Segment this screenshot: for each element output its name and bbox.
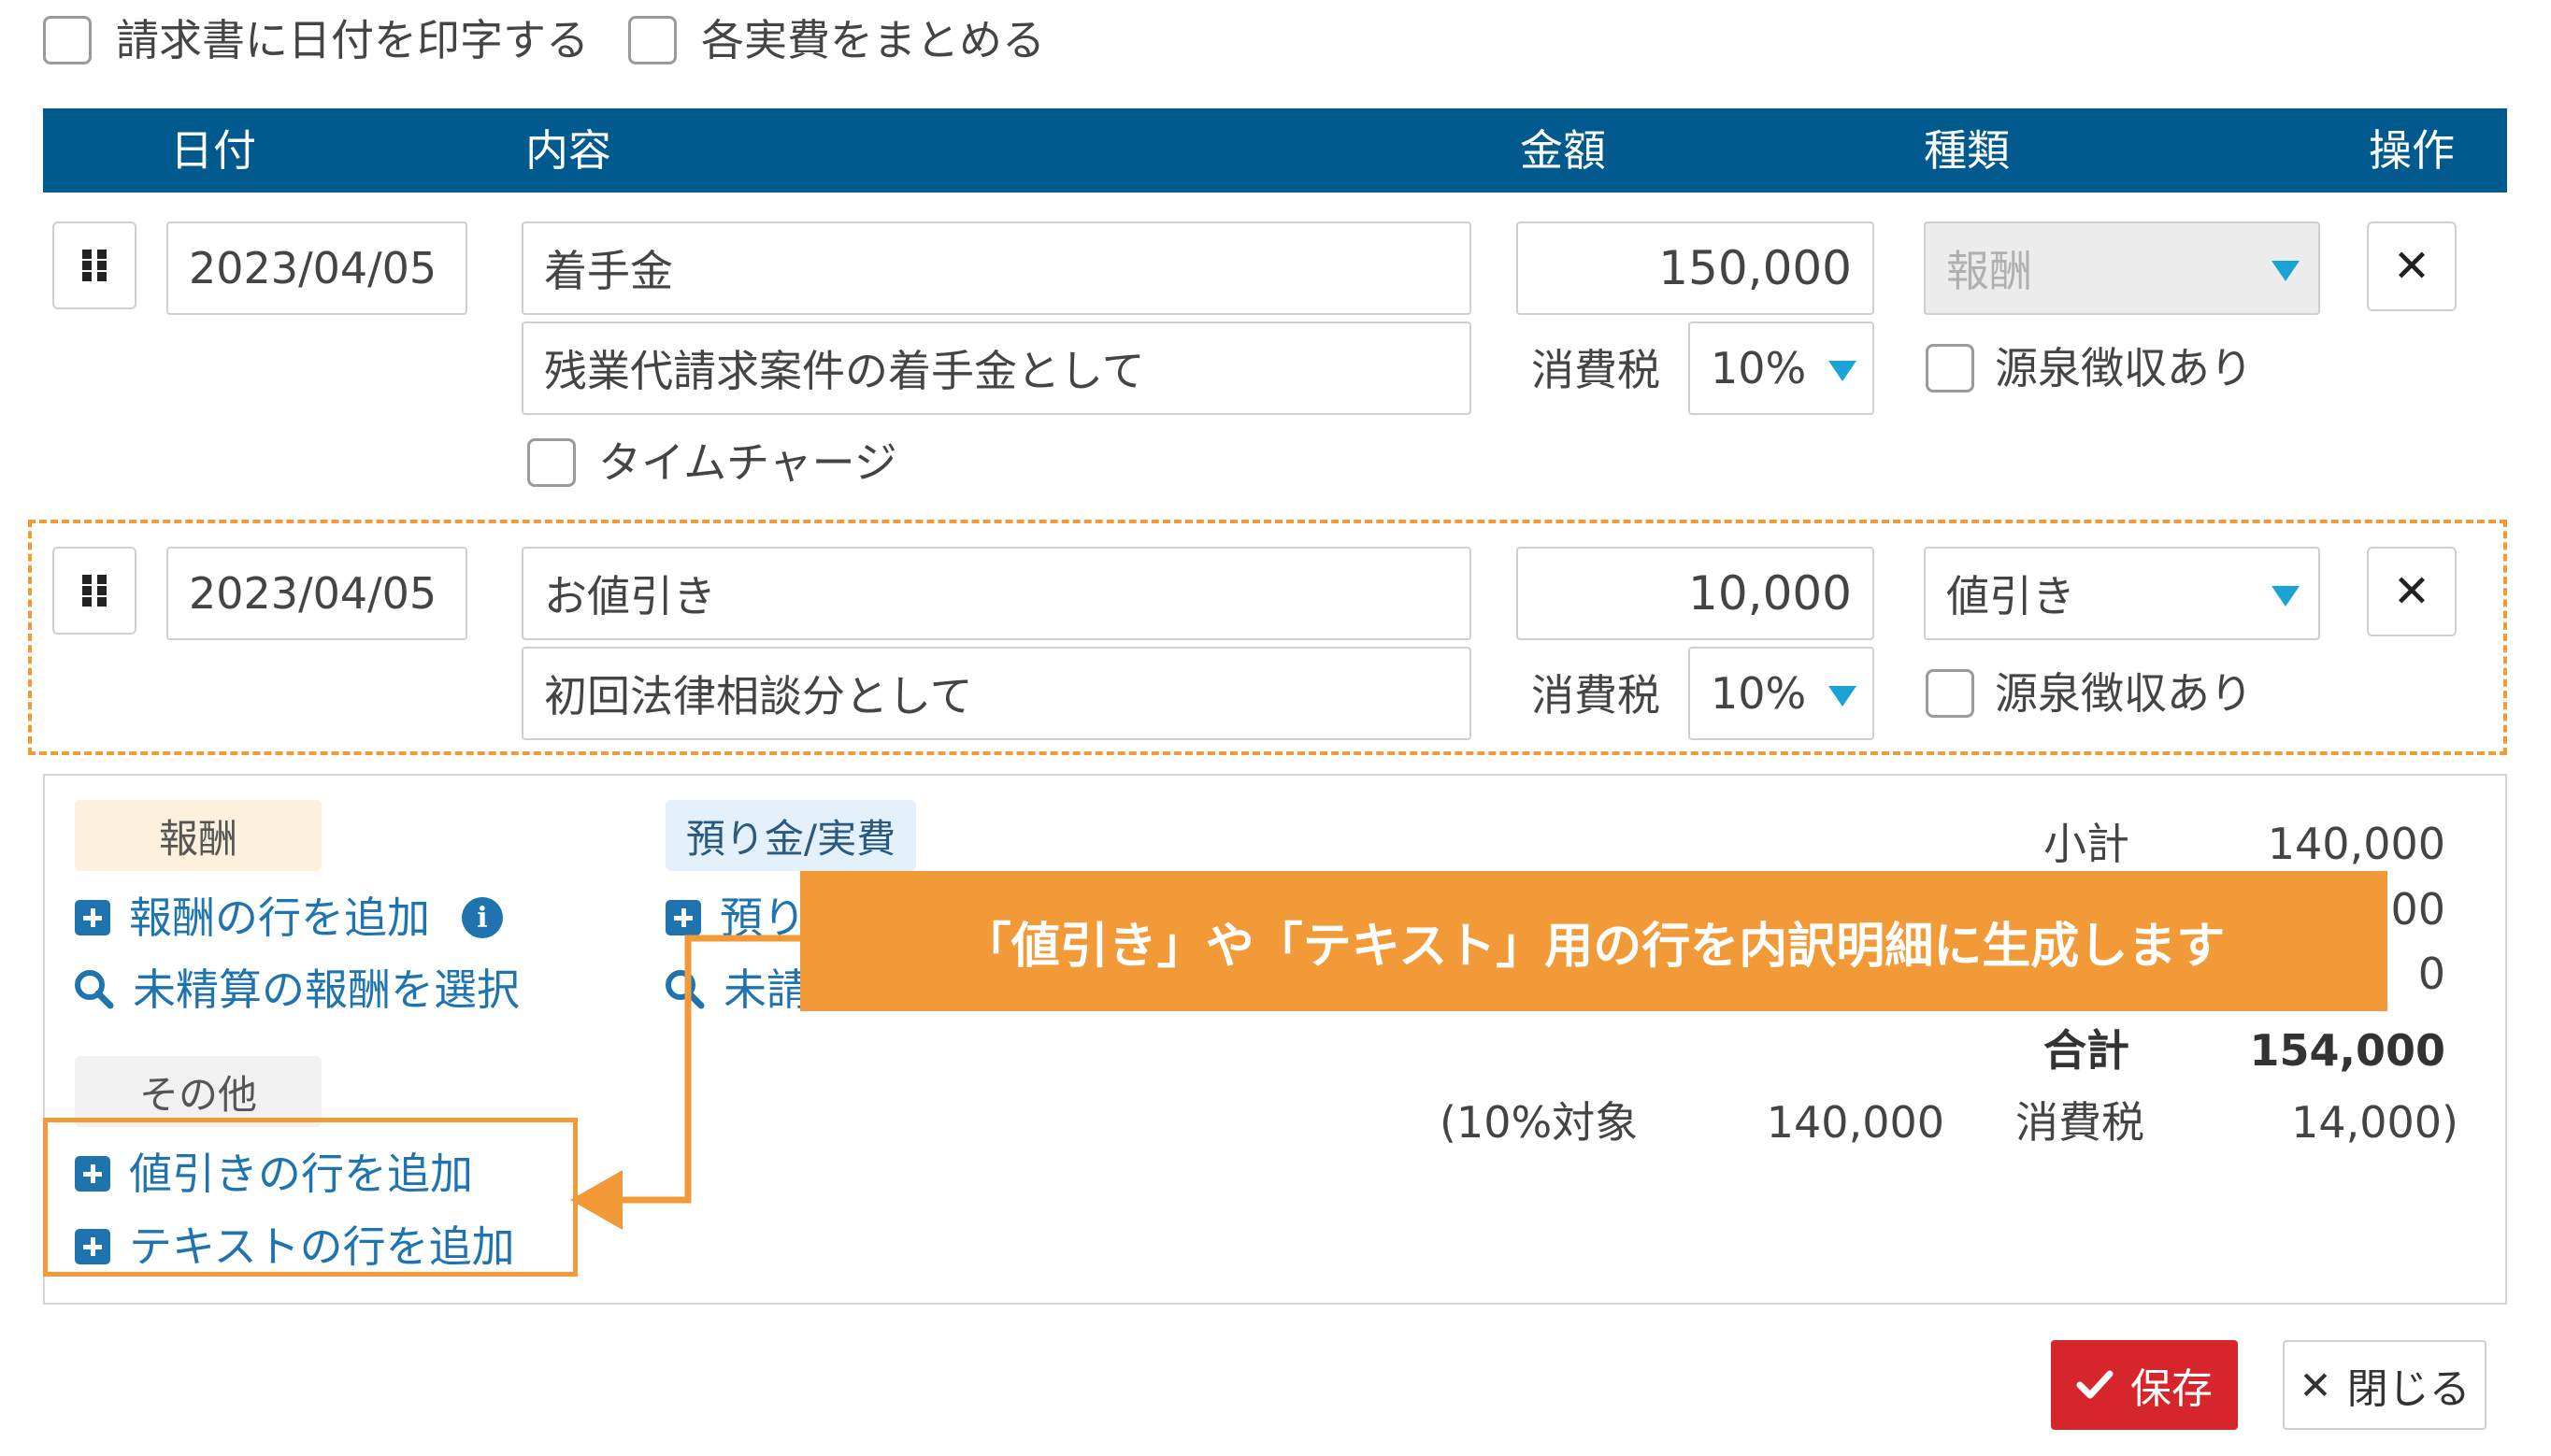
chevron-down-icon xyxy=(1828,686,1856,707)
other-tag: その他 xyxy=(75,1056,322,1127)
add-text-row-link[interactable]: テキストの行を追加 xyxy=(129,1225,515,1268)
callout-arrow xyxy=(570,935,800,1230)
save-label: 保存 xyxy=(2130,1365,2213,1413)
plus-icon xyxy=(75,900,110,935)
withholding-checkbox[interactable] xyxy=(1926,669,1974,718)
print-date-label: 請求書に日付を印字する xyxy=(116,15,589,65)
deposit-tag: 預り金/実費 xyxy=(666,800,916,871)
merge-expenses-checkbox[interactable] xyxy=(628,16,677,64)
plus-icon xyxy=(75,1229,110,1264)
drag-handle-icon xyxy=(82,250,107,281)
search-icon xyxy=(75,970,114,1009)
header-content: 内容 xyxy=(525,125,611,176)
plus-icon xyxy=(75,1156,110,1192)
header-type: 種類 xyxy=(1924,125,2010,176)
close-icon: ✕ xyxy=(2392,565,2431,618)
type-select[interactable]: 報酬 xyxy=(1924,221,2320,315)
amount-input[interactable]: 150,000 xyxy=(1516,221,1874,315)
date-input[interactable]: 2023/04/05 xyxy=(166,547,467,640)
tax-rate-value: 10% xyxy=(1711,343,1807,393)
type-value: 値引き xyxy=(1946,571,2075,621)
delete-row-button[interactable]: ✕ xyxy=(2367,547,2457,636)
type-select[interactable]: 値引き xyxy=(1924,547,2320,640)
close-icon: ✕ xyxy=(2299,1362,2332,1408)
checkmark-icon xyxy=(2076,1370,2114,1399)
callout-banner: 「値引き」や「テキスト」用の行を内訳明細に生成します xyxy=(800,871,2387,1011)
tax-label-summary: 消費税 xyxy=(2015,1097,2144,1148)
drag-handle-icon xyxy=(82,575,107,607)
tax-target-label: (10%対象 xyxy=(1440,1097,1639,1148)
total-value: 154,000 xyxy=(2249,1025,2445,1076)
withholding-label: 源泉徴収あり xyxy=(1995,343,2253,393)
amount-input[interactable]: 10,000 xyxy=(1516,547,1874,640)
table-header: 日付 内容 金額 種類 操作 xyxy=(43,108,2507,193)
add-deposit-row-link[interactable]: 預り xyxy=(720,896,806,939)
chevron-down-icon xyxy=(2272,586,2300,607)
fee-tag: 報酬 xyxy=(75,800,322,871)
withholding-label: 源泉徴収あり xyxy=(1995,668,2253,719)
time-charge-checkbox[interactable] xyxy=(527,438,576,487)
save-button[interactable]: 保存 xyxy=(2051,1340,2238,1430)
date-input[interactable]: 2023/04/05 xyxy=(166,221,467,315)
header-action: 操作 xyxy=(2369,125,2455,176)
description-input[interactable]: 初回法律相談分として xyxy=(522,647,1471,740)
subtotal-value: 140,000 xyxy=(2267,819,2445,869)
drag-handle[interactable] xyxy=(52,547,136,635)
time-charge-label: タイムチャージ xyxy=(598,437,897,488)
info-icon[interactable]: i xyxy=(462,897,503,938)
title-input[interactable]: 着手金 xyxy=(522,221,1471,315)
withholding-checkbox[interactable] xyxy=(1926,344,1974,393)
subtotal-label: 小計 xyxy=(2043,819,2129,869)
chevron-down-icon xyxy=(2272,261,2300,281)
merge-expenses-label: 各実費をまとめる xyxy=(701,15,1045,65)
header-amount: 金額 xyxy=(1520,125,1606,176)
chevron-down-icon xyxy=(1828,361,1856,381)
type-value: 報酬 xyxy=(1946,246,2032,296)
print-date-checkbox[interactable] xyxy=(43,16,92,64)
select-unsettled-fee-link[interactable]: 未精算の報酬を選択 xyxy=(133,968,520,1011)
drag-handle[interactable] xyxy=(52,221,136,309)
tax-target-value: 140,000 xyxy=(1766,1097,1944,1148)
tax-rate-select[interactable]: 10% xyxy=(1688,321,1874,415)
close-label: 閉じる xyxy=(2346,1365,2471,1413)
tax-label: 消費税 xyxy=(1531,345,1660,395)
close-icon: ✕ xyxy=(2392,240,2431,293)
add-discount-row-link[interactable]: 値引きの行を追加 xyxy=(129,1152,473,1195)
description-input[interactable]: 残業代請求案件の着手金として xyxy=(522,321,1471,415)
delete-row-button[interactable]: ✕ xyxy=(2367,221,2457,311)
add-fee-row-link[interactable]: 報酬の行を追加 xyxy=(129,896,430,939)
close-button[interactable]: ✕ 閉じる xyxy=(2283,1340,2487,1430)
tax-rate-select[interactable]: 10% xyxy=(1688,647,1874,740)
plus-icon xyxy=(666,900,701,935)
title-input[interactable]: お値引き xyxy=(522,547,1471,640)
tax-label: 消費税 xyxy=(1531,670,1660,721)
header-date: 日付 xyxy=(170,125,256,176)
tax-rate-value: 10% xyxy=(1711,668,1807,719)
total-label: 合計 xyxy=(2043,1025,2129,1076)
tax-value: 14,000) xyxy=(2291,1097,2458,1148)
